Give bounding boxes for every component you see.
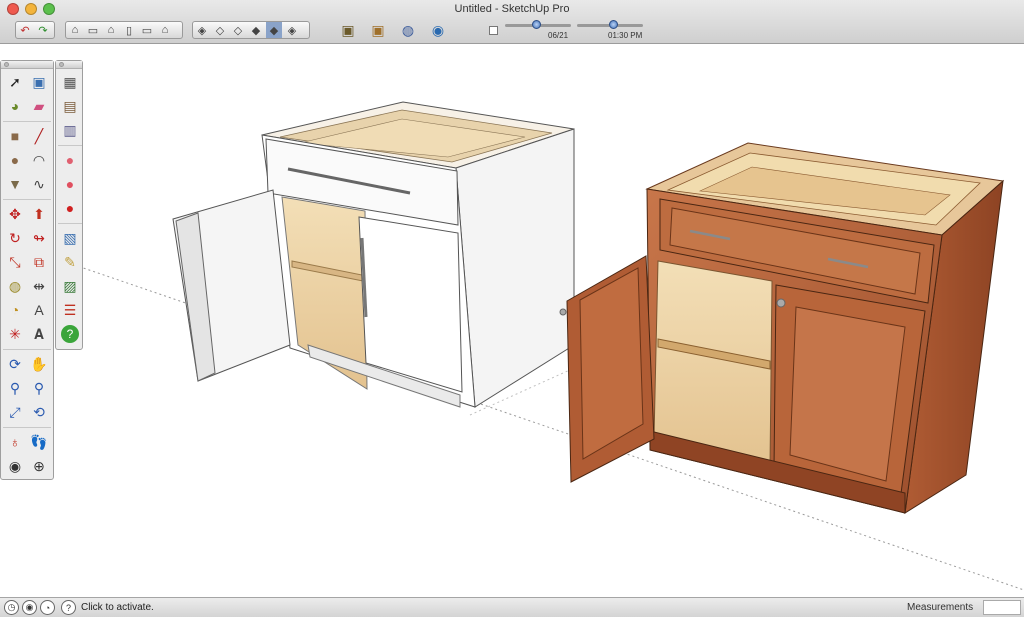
- push-pull-icon[interactable]: ⬆: [27, 202, 51, 226]
- time-value: 01:30 PM: [608, 31, 643, 40]
- google-earth-icon[interactable]: ◉: [428, 20, 448, 40]
- date-slider-knob[interactable]: [532, 20, 542, 29]
- eraser-icon[interactable]: ▰: [27, 94, 51, 118]
- views-toolbar: ⌂ ▭ ⌂ ▯ ▭ ⌂: [65, 21, 183, 39]
- adjust-icon[interactable]: ☰: [58, 298, 82, 322]
- text-icon[interactable]: A: [27, 298, 51, 322]
- model-scene: [59, 101, 1024, 591]
- user-icon[interactable]: ◔: [40, 600, 55, 615]
- zoom-icon[interactable]: ⚲: [3, 376, 27, 400]
- stamp-icon[interactable]: ▤: [58, 94, 82, 118]
- back-view-icon[interactable]: ▭: [139, 22, 155, 38]
- date-value: 06/21: [548, 31, 569, 40]
- redo-icon[interactable]: ↷: [35, 22, 51, 38]
- follow-me-icon[interactable]: ↬: [27, 226, 51, 250]
- time-slider[interactable]: [577, 20, 643, 29]
- geo-location-icon[interactable]: ◷: [4, 600, 19, 615]
- components-icon[interactable]: ◍: [398, 20, 418, 40]
- previous-view-icon[interactable]: ⟲: [27, 400, 51, 424]
- line-icon[interactable]: ╱: [27, 124, 51, 148]
- offset-icon[interactable]: ⧉: [27, 250, 51, 274]
- palette-close-icon[interactable]: [59, 62, 64, 67]
- rectangle-icon[interactable]: ■: [3, 124, 27, 148]
- help-icon[interactable]: ?: [61, 325, 79, 343]
- credits-icon[interactable]: ◉: [22, 600, 37, 615]
- drape-icon[interactable]: ▥: [58, 118, 82, 142]
- zoom-window-icon[interactable]: ⚲: [27, 376, 51, 400]
- scale-icon[interactable]: ⤡: [3, 250, 27, 274]
- main-tool-palette: ➚ ▣ ◕ ▰ ■ ╱ ● ◠ ▼ ∿ ✥ ⬆ ↻ ↬ ⤡ ⧉ ◍ ⇹ ◔ A ✳ 𝐀 ⟳ ✋ ⚲ ⚲ ⤢ ⟲ ♁ 👣 ◉ ⊕: [0, 60, 54, 480]
- date-slider[interactable]: [505, 20, 571, 29]
- palette-separator: [58, 220, 82, 224]
- photo-match-icon[interactable]: ▨: [58, 274, 82, 298]
- 3d-text-icon[interactable]: 𝐀: [27, 322, 51, 346]
- sandbox-icon[interactable]: ▦: [58, 70, 82, 94]
- sketch-icon[interactable]: ✎: [58, 250, 82, 274]
- status-bar: ◷ ◉ ◔ ? Click to activate. Measurements: [0, 597, 1024, 617]
- ruby-console-icon[interactable]: ●: [58, 148, 82, 172]
- make-component-icon[interactable]: ▣: [27, 70, 51, 94]
- front-view-icon[interactable]: ⌂: [103, 22, 119, 38]
- drawing-canvas[interactable]: [0, 45, 1024, 597]
- palette-separator: [58, 142, 82, 146]
- get-models-icon[interactable]: ▣: [338, 20, 358, 40]
- iso-view-icon[interactable]: ⌂: [67, 22, 83, 38]
- shaded-textures-style-icon[interactable]: ◆: [266, 22, 282, 38]
- window-title: Untitled - SketchUp Pro: [454, 3, 570, 15]
- xray-style-icon[interactable]: ◈: [194, 22, 210, 38]
- wireframe-style-icon[interactable]: ◇: [212, 22, 228, 38]
- shadows-checkbox[interactable]: [489, 26, 498, 35]
- section-plane-icon[interactable]: ⊕: [27, 454, 51, 478]
- left-view-icon[interactable]: ⌂: [157, 22, 173, 38]
- ruby-icon[interactable]: ●: [58, 172, 82, 196]
- arc-icon[interactable]: ◠: [27, 148, 51, 172]
- palette-separator: [3, 346, 51, 350]
- time-slider-knob[interactable]: [609, 20, 619, 29]
- palette-close-icon[interactable]: [4, 62, 9, 67]
- status-hint: Click to activate.: [81, 602, 154, 613]
- axes-icon[interactable]: ✳: [3, 322, 27, 346]
- secondary-tool-palette: ▦ ▤ ▥ ● ● ● ▧ ✎ ▨ ☰?: [55, 60, 83, 350]
- tape-measure-icon[interactable]: ◍: [3, 274, 27, 298]
- pan-icon[interactable]: ✋: [27, 352, 51, 376]
- share-model-icon[interactable]: ▣: [368, 20, 388, 40]
- measurements-input[interactable]: [983, 600, 1021, 615]
- title-bar: Untitled - SketchUp Pro ↶ ↷ ⌂ ▭ ⌂ ▯ ▭ ⌂ …: [0, 0, 1024, 44]
- ruby-red-icon[interactable]: ●: [58, 196, 82, 220]
- layers-icon[interactable]: ▧: [58, 226, 82, 250]
- circle-icon[interactable]: ●: [3, 148, 27, 172]
- undo-icon[interactable]: ↶: [17, 22, 33, 38]
- hidden-line-style-icon[interactable]: ◇: [230, 22, 246, 38]
- undo-redo-group: ↶ ↷: [15, 21, 55, 39]
- walk-icon[interactable]: 👣: [27, 430, 51, 454]
- monochrome-style-icon[interactable]: ◈: [284, 22, 300, 38]
- right-view-icon[interactable]: ▯: [121, 22, 137, 38]
- palette-separator: [3, 118, 51, 122]
- position-camera-icon[interactable]: ♁: [3, 430, 27, 454]
- shaded-style-icon[interactable]: ◆: [248, 22, 264, 38]
- rotate-icon[interactable]: ↻: [3, 226, 27, 250]
- measurements-label: Measurements: [907, 602, 974, 613]
- white-cabinet[interactable]: [172, 101, 575, 408]
- wood-cabinet[interactable]: [559, 142, 1005, 514]
- styles-toolbar: ◈ ◇ ◇ ◆ ◆ ◈: [192, 21, 310, 39]
- dimension-icon[interactable]: ⇹: [27, 274, 51, 298]
- look-around-icon[interactable]: ◉: [3, 454, 27, 478]
- select-icon[interactable]: ➚: [3, 70, 27, 94]
- protractor-icon[interactable]: ◔: [3, 298, 27, 322]
- paint-bucket-icon[interactable]: ◕: [3, 94, 27, 118]
- top-view-icon[interactable]: ▭: [85, 22, 101, 38]
- zoom-extents-icon[interactable]: ⤢: [3, 400, 27, 424]
- help-icon[interactable]: ?: [61, 600, 76, 615]
- move-icon[interactable]: ✥: [3, 202, 27, 226]
- orbit-icon[interactable]: ⟳: [3, 352, 27, 376]
- freehand-icon[interactable]: ∿: [27, 172, 51, 196]
- palette-separator: [3, 196, 51, 200]
- palette-separator: [3, 424, 51, 428]
- polygon-icon[interactable]: ▼: [3, 172, 27, 196]
